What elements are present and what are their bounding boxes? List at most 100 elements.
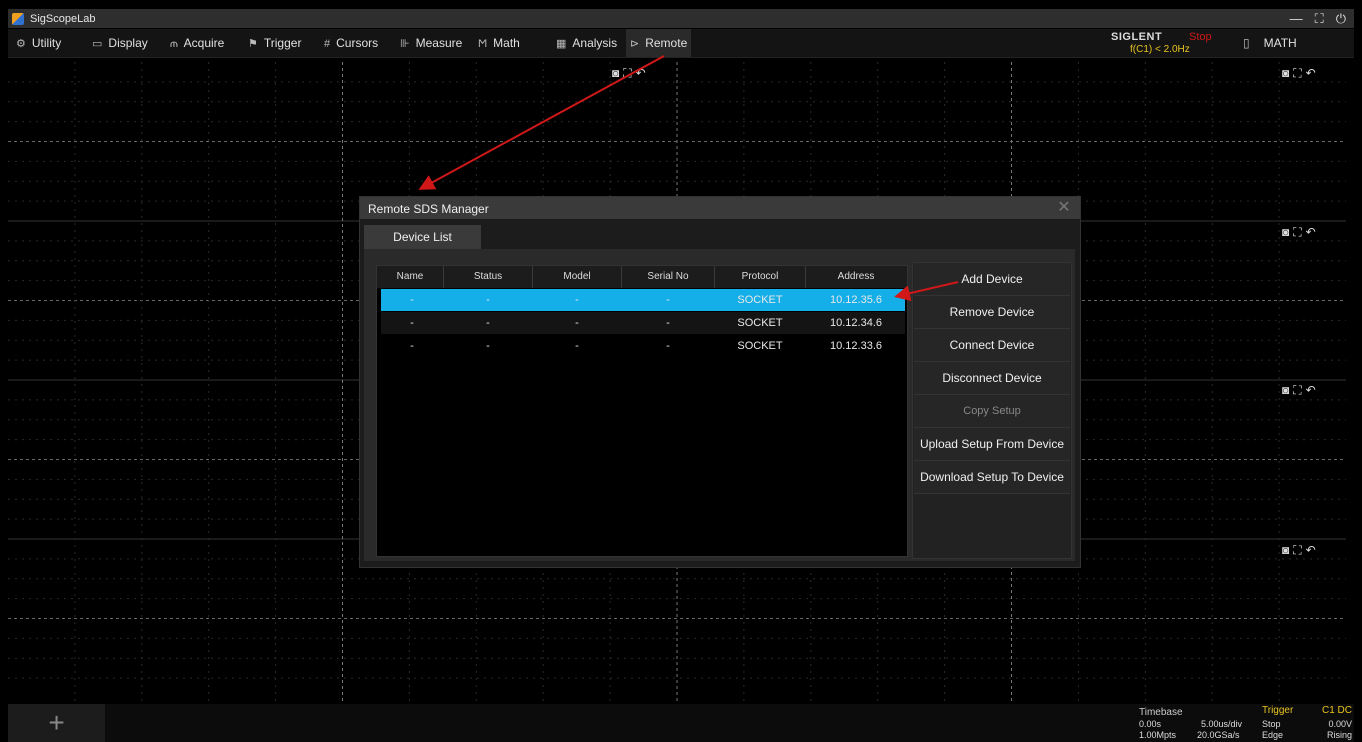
menu-remote[interactable]: ⊳ Remote	[626, 29, 692, 57]
device-list-panel: Name Status Model Serial No Protocol Add…	[364, 249, 1075, 561]
app-logo-icon	[12, 12, 24, 25]
power-icon[interactable]: ⏻	[1336, 11, 1346, 27]
menu-measure[interactable]: ⊪ Measure	[396, 29, 466, 57]
cursors-icon: #	[324, 38, 331, 50]
math-menu[interactable]: ▯ MATH	[1243, 29, 1297, 57]
column-header-protocol[interactable]: Protocol	[715, 266, 806, 288]
expand-icon[interactable]: ⛶	[1293, 225, 1305, 239]
column-header-status[interactable]: Status	[444, 266, 533, 288]
cell-name: -	[410, 317, 414, 329]
minimize-icon[interactable]: —	[1290, 11, 1303, 26]
remote-sds-manager-dialog: Remote SDS Manager ✕ Device List Name St…	[359, 196, 1081, 568]
camera-icon[interactable]: ◙	[1282, 543, 1293, 557]
menu-label: Display	[108, 36, 148, 50]
memory-depth: 1.00Mpts	[1139, 730, 1177, 740]
measure-icon: ⊪	[400, 38, 410, 50]
download-setup-button[interactable]: Download Setup To Device	[914, 461, 1070, 494]
cell-protocol: SOCKET	[737, 294, 783, 306]
disconnect-device-button[interactable]: Disconnect Device	[914, 362, 1070, 395]
expand-icon[interactable]: ⛶	[1293, 543, 1305, 557]
table-row[interactable]: - - - - SOCKET 10.12.35.6	[381, 289, 905, 311]
menu-label: Utility	[31, 36, 62, 50]
cell-model: -	[575, 340, 579, 352]
trigger-status[interactable]: Trigger C1 DC Stop 0.00V Edge Rising	[1262, 704, 1354, 742]
cell-address: 10.12.33.6	[830, 340, 882, 352]
panel-tools-center: ◙⛶↶	[612, 66, 650, 81]
table-row[interactable]: - - - - SOCKET 10.12.34.6	[381, 312, 905, 334]
menu-display[interactable]: ▭ Display	[88, 29, 152, 57]
undo-icon[interactable]: ↶	[1306, 66, 1320, 80]
bottom-status-bar: + Timebase 0.00s 5.00us/div 1.00Mpts 20.…	[8, 704, 1354, 742]
remote-icon: ⊳	[630, 38, 640, 50]
camera-icon[interactable]: ◙	[1282, 225, 1293, 239]
math-label: MATH	[1263, 36, 1297, 50]
menu-analysis[interactable]: ▦ Analysis	[552, 29, 621, 57]
camera-icon[interactable]: ◙	[1282, 66, 1293, 80]
cell-serial: -	[666, 317, 670, 329]
fullscreen-icon[interactable]: ⛶	[1315, 11, 1324, 27]
menu-label: Acquire	[183, 36, 225, 50]
menu-cursors[interactable]: # Cursors	[320, 29, 382, 57]
cell-protocol: SOCKET	[737, 317, 783, 329]
undo-icon[interactable]: ↶	[1306, 543, 1320, 557]
undo-icon[interactable]: ↶	[1306, 383, 1320, 397]
status-panel[interactable]: SIGLENT Stop f(C1) < 2.0Hz	[1103, 29, 1233, 57]
dialog-title-bar[interactable]: Remote SDS Manager ✕	[360, 197, 1080, 219]
menu-label: Measure	[415, 36, 463, 50]
trigger-channel: C1 DC	[1321, 705, 1352, 716]
trigger-level: 0.00V	[1328, 719, 1352, 729]
add-channel-button[interactable]: +	[8, 704, 105, 742]
sample-rate: 20.0GSa/s	[1197, 730, 1240, 740]
expand-icon[interactable]: ⛶	[1293, 66, 1305, 80]
display-icon: ▭	[92, 38, 103, 50]
trigger-type: Edge	[1262, 730, 1284, 740]
timebase-delay: 0.00s	[1139, 719, 1162, 729]
menu-trigger[interactable]: ⚑ Trigger	[244, 29, 305, 57]
camera-icon[interactable]: ◙	[612, 66, 623, 80]
panel-tools-1: ◙⛶↶	[1282, 66, 1320, 81]
trigger-slope: Rising	[1326, 730, 1352, 740]
timebase-label[interactable]: Timebase	[1139, 707, 1183, 718]
undo-icon[interactable]: ↶	[1306, 225, 1320, 239]
menu-utility[interactable]: ⚙ Utility	[12, 29, 65, 57]
upload-setup-button[interactable]: Upload Setup From Device	[914, 428, 1070, 461]
menu-math[interactable]: Ϻ Math	[474, 29, 524, 57]
cell-serial: -	[666, 294, 670, 306]
timebase-scale: 5.00us/div	[1201, 719, 1243, 729]
cell-status: -	[486, 340, 490, 352]
app-title: SigScopeLab	[30, 12, 96, 25]
device-actions: Add Device Remove Device Connect Device …	[912, 262, 1072, 559]
undo-icon[interactable]: ↶	[636, 66, 650, 80]
column-header-serial[interactable]: Serial No	[622, 266, 715, 288]
flag-icon: ⚑	[248, 38, 258, 50]
brand-logo: SIGLENT	[1111, 31, 1163, 43]
cell-name: -	[410, 340, 414, 352]
add-device-button[interactable]: Add Device	[914, 263, 1070, 296]
table-header: Name Status Model Serial No Protocol Add…	[377, 266, 907, 288]
connect-device-button[interactable]: Connect Device	[914, 329, 1070, 362]
title-bar: SigScopeLab — ⛶ ⏻	[8, 9, 1354, 28]
menu-label: Analysis	[572, 36, 618, 50]
column-header-model[interactable]: Model	[533, 266, 622, 288]
expand-icon[interactable]: ⛶	[623, 66, 635, 80]
dialog-title: Remote SDS Manager	[368, 202, 489, 216]
cell-name: -	[410, 294, 414, 306]
remove-device-button[interactable]: Remove Device	[914, 296, 1070, 329]
menu-acquire[interactable]: ⫙ Acquire	[166, 29, 228, 57]
menu-label: Remote	[645, 36, 688, 50]
battery-icon: ▯	[1243, 36, 1250, 50]
table-row[interactable]: - - - - SOCKET 10.12.33.6	[381, 335, 905, 357]
copy-setup-button: Copy Setup	[914, 395, 1070, 428]
column-header-name[interactable]: Name	[377, 266, 444, 288]
column-header-address[interactable]: Address	[806, 266, 906, 288]
tab-device-list[interactable]: Device List	[364, 225, 481, 249]
close-icon[interactable]: ✕	[1054, 198, 1074, 218]
run-state: Stop	[1189, 31, 1212, 43]
trigger-label: Trigger	[1262, 705, 1294, 716]
gear-icon: ⚙	[16, 38, 26, 50]
cell-status: -	[486, 317, 490, 329]
camera-icon[interactable]: ◙	[1282, 383, 1293, 397]
panel-tools-4: ◙⛶↶	[1282, 543, 1320, 558]
panel-tools-2: ◙⛶↶	[1282, 225, 1320, 240]
expand-icon[interactable]: ⛶	[1293, 383, 1305, 397]
